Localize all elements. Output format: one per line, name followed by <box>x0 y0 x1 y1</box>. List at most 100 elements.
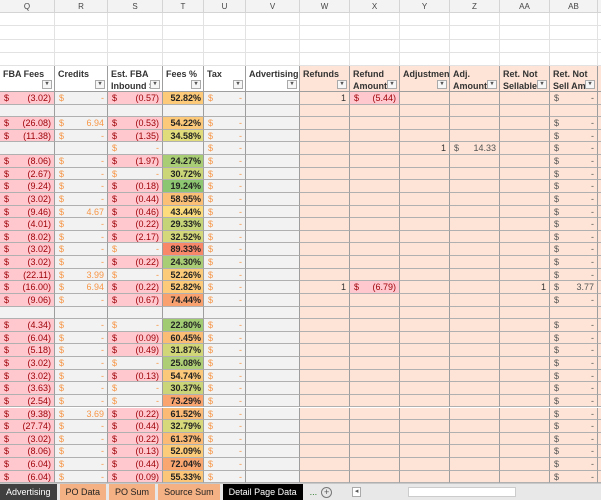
cell-adjustment[interactable] <box>400 92 450 105</box>
cell-advertising[interactable] <box>246 382 300 395</box>
cell-tax[interactable]: $ - <box>204 382 246 395</box>
cell-refunds[interactable] <box>300 293 350 307</box>
cell-refund-amount[interactable] <box>350 407 400 421</box>
cell-fba-fees[interactable]: $ (6.04) <box>0 331 55 345</box>
column-header-w[interactable]: W <box>300 0 350 13</box>
cell-refund-amount[interactable] <box>350 432 400 446</box>
cell-refunds[interactable] <box>300 319 350 332</box>
cell-advertising[interactable] <box>246 167 300 181</box>
cell-fees-pct[interactable]: 52.82% <box>163 281 204 294</box>
cell-est-fba-inbound[interactable]: $ (0.22) <box>108 281 163 294</box>
column-header-q[interactable]: Q <box>0 0 55 13</box>
cell-est-fba-inbound[interactable]: $ (0.44) <box>108 192 163 206</box>
cell-refund-amount[interactable] <box>350 445 400 458</box>
cell-refunds[interactable] <box>300 420 350 433</box>
cell-refunds[interactable] <box>300 457 350 471</box>
filter-dropdown-icon[interactable]: ▾ <box>191 80 201 89</box>
cell-refunds[interactable] <box>300 205 350 219</box>
cell-advertising[interactable] <box>246 218 300 231</box>
cell-fees-pct[interactable] <box>163 142 204 156</box>
cell-advertising[interactable] <box>246 142 300 156</box>
cell[interactable] <box>163 26 204 40</box>
cell-refunds[interactable] <box>300 268 350 282</box>
cell[interactable] <box>350 26 400 40</box>
cell-est-fba-inbound[interactable]: $ (0.22) <box>108 407 163 421</box>
cell-fba-fees[interactable]: $ (2.67) <box>0 167 55 181</box>
cell-refunds[interactable] <box>300 470 350 483</box>
cell-refund-amount[interactable] <box>350 268 400 282</box>
cell-refund-amount[interactable] <box>350 331 400 345</box>
cell-advertising[interactable] <box>246 230 300 244</box>
cell-ret-not-sellable[interactable] <box>500 243 550 257</box>
cell-advertising[interactable] <box>246 256 300 269</box>
cell-fba-fees[interactable]: $ (3.02) <box>0 192 55 206</box>
cell[interactable] <box>400 52 450 66</box>
cell[interactable] <box>0 39 55 53</box>
cell-adj-amount[interactable] <box>450 243 500 257</box>
more-tabs-button[interactable]: ... <box>310 487 318 497</box>
cell-refunds[interactable] <box>300 369 350 383</box>
cell-adj-amount[interactable] <box>450 407 500 421</box>
cell-tax[interactable]: $ - <box>204 205 246 219</box>
cell-ret-not-sellable[interactable] <box>500 205 550 219</box>
filter-dropdown-icon[interactable]: ▾ <box>537 80 547 89</box>
cell[interactable] <box>500 26 550 40</box>
cell-adj-amount[interactable] <box>450 382 500 395</box>
cell-refund-amount[interactable] <box>350 344 400 357</box>
cell-ret-not-sell-amt[interactable]: $ - <box>550 470 598 483</box>
cell[interactable] <box>300 13 350 27</box>
scroll-left-icon[interactable]: ◂ <box>352 487 362 497</box>
cell-fees-pct[interactable]: 52.82% <box>163 92 204 105</box>
cell-fees-pct[interactable]: 55.33% <box>163 470 204 483</box>
cell[interactable] <box>163 13 204 27</box>
cell-tax[interactable]: $ - <box>204 394 246 408</box>
cell-refund-amount[interactable] <box>350 243 400 257</box>
cell-adj-amount[interactable] <box>450 369 500 383</box>
cell-fees-pct[interactable]: 30.37% <box>163 382 204 395</box>
cell-tax[interactable]: $ - <box>204 180 246 193</box>
cell-advertising[interactable] <box>246 104 300 118</box>
cell-advertising[interactable] <box>246 432 300 446</box>
cell-refund-amount[interactable]: $ (5.44) <box>350 92 400 105</box>
cell-refunds[interactable] <box>300 306 350 320</box>
cell-adj-amount[interactable] <box>450 129 500 143</box>
cell-refunds[interactable] <box>300 256 350 269</box>
cell-credits[interactable] <box>55 104 108 118</box>
cell-tax[interactable]: $ - <box>204 243 246 257</box>
cell-adj-amount[interactable] <box>450 445 500 458</box>
cell-advertising[interactable] <box>246 180 300 193</box>
cell[interactable] <box>163 39 204 53</box>
cell-fees-pct[interactable]: 60.45% <box>163 331 204 345</box>
cell-adj-amount[interactable] <box>450 155 500 168</box>
cell-fba-fees[interactable]: $ (9.38) <box>0 407 55 421</box>
cell-fba-fees[interactable]: $ (26.08) <box>0 117 55 130</box>
cell-refund-amount[interactable] <box>350 192 400 206</box>
cell-refund-amount[interactable] <box>350 420 400 433</box>
cell-adj-amount[interactable] <box>450 268 500 282</box>
add-sheet-icon[interactable]: + <box>321 486 333 498</box>
cell-est-fba-inbound[interactable]: $ (0.44) <box>108 420 163 433</box>
cell[interactable] <box>246 52 300 66</box>
cell-adjustment[interactable]: 1 <box>400 142 450 156</box>
cell-credits[interactable]: $ - <box>55 129 108 143</box>
cell-adj-amount[interactable] <box>450 167 500 181</box>
cell-fba-fees[interactable]: $ (3.02) <box>0 357 55 370</box>
cell-advertising[interactable] <box>246 357 300 370</box>
cell-adjustment[interactable] <box>400 192 450 206</box>
cell-fees-pct[interactable] <box>163 306 204 320</box>
cell-ret-not-sellable[interactable] <box>500 230 550 244</box>
cell-fees-pct[interactable]: 32.52% <box>163 230 204 244</box>
cell-credits[interactable]: $ - <box>55 155 108 168</box>
cell-credits[interactable]: $ - <box>55 382 108 395</box>
cell-ret-not-sellable[interactable] <box>500 407 550 421</box>
cell-adjustment[interactable] <box>400 420 450 433</box>
cell-adj-amount[interactable] <box>450 230 500 244</box>
cell-tax[interactable]: $ - <box>204 319 246 332</box>
cell-refund-amount[interactable] <box>350 306 400 320</box>
cell-adjustment[interactable] <box>400 344 450 357</box>
cell-refunds[interactable] <box>300 331 350 345</box>
cell-ret-not-sell-amt[interactable]: $ - <box>550 155 598 168</box>
cell-fees-pct[interactable]: 19.24% <box>163 180 204 193</box>
cell-ret-not-sellable[interactable]: 1 <box>500 281 550 294</box>
cell-ret-not-sell-amt[interactable]: $ - <box>550 457 598 471</box>
